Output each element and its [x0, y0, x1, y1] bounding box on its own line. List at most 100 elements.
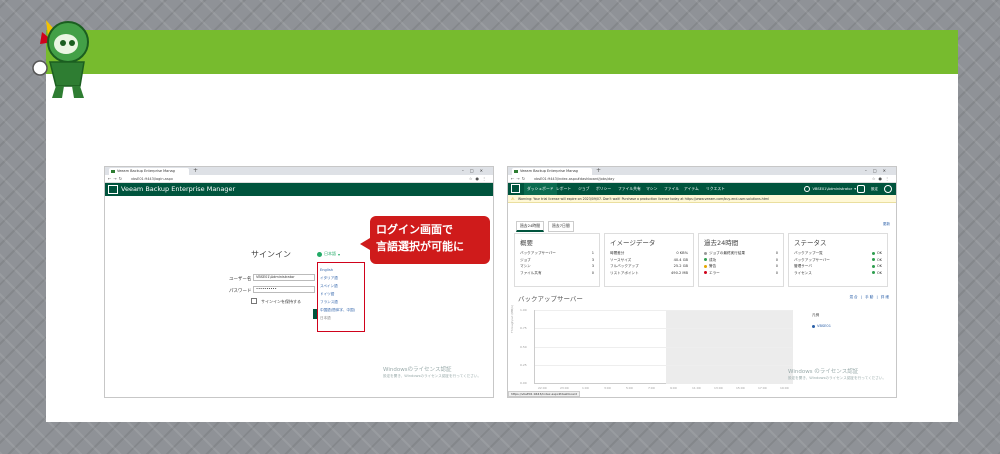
language-current: 日本語 [324, 251, 336, 256]
chart-links[interactable]: 混合 | 手動 | 詳細 [849, 295, 890, 300]
dashboard-screenshot: Veeam Backup Enterprise Manag + –□✕ ←→↻ … [507, 166, 897, 398]
status-url: https://vbsE01:9443/index.aspx#dashboard [508, 391, 580, 397]
browser-tabbar: Veeam Backup Enterprise Manag + –□✕ [508, 167, 896, 175]
x-tick: 1:00 [582, 386, 589, 390]
chart-title: バックアップサーバー [518, 295, 583, 303]
x-tick: 5:00 [626, 386, 633, 390]
language-option[interactable]: English [320, 266, 362, 274]
user-name: VBSE01\Administrator [812, 187, 853, 191]
panel-title: 過去24時間 [704, 239, 739, 247]
help-icon[interactable] [884, 185, 892, 193]
browser-menu-icon[interactable]: ☆●⋮ [872, 175, 892, 183]
grid-line [535, 347, 792, 348]
address-bar: ←→↻ vbsE01:9443/login.aspx ☆●⋮ [105, 175, 493, 183]
panel-title: 概要 [520, 239, 533, 247]
ok-dot-icon [871, 264, 875, 268]
password-label: パスワード [229, 289, 252, 294]
login-screenshot: Veeam Backup Enterprise Manag + –□✕ ←→↻ … [104, 166, 494, 398]
callout-line-2: 言語選択が可能に [376, 240, 464, 253]
menu-jobs[interactable]: ジョブ [578, 183, 589, 195]
warning-dot-icon [704, 264, 707, 268]
x-tick: 15:00 [736, 386, 745, 390]
x-tick: 19:00 [780, 386, 789, 390]
language-option[interactable]: 中国語(簡体字、中国) [320, 306, 362, 314]
y-tick: 1.00 [520, 308, 527, 312]
watermark-title: Windowsのライセンス認証 [383, 367, 452, 373]
success-dot-icon [704, 258, 707, 261]
legend-title: 凡例 [812, 313, 820, 317]
x-tick: 17:00 [758, 386, 767, 390]
panel-row: エラー 0 [704, 270, 778, 277]
new-tab-icon[interactable]: + [596, 167, 601, 175]
page: Veeam Backup Enterprise Manag + –□✕ ←→↻ … [0, 0, 1000, 454]
status-dot-icon [704, 251, 707, 255]
x-tick: 23:00 [560, 386, 569, 390]
language-dropdown[interactable]: 日本語 ▾ [317, 251, 340, 257]
menu-policies[interactable]: ポリシー [596, 183, 611, 195]
url-field[interactable]: vbsE01:9443/login.aspx [131, 176, 201, 182]
menu-dashboard[interactable]: ダッシュボード [524, 183, 557, 195]
watermark-text: 設定を開き、Windowsのライセンス認証を行ってください。 [788, 376, 887, 380]
panel-title: ステータス [794, 239, 827, 247]
language-option[interactable]: フランス語 [320, 298, 362, 306]
gear-icon[interactable] [857, 185, 865, 193]
menu-machines[interactable]: マシン [646, 183, 657, 195]
menu-requests[interactable]: リクエスト [706, 183, 725, 195]
menu-reports[interactable]: レポート [556, 183, 571, 195]
x-tick: 7:00 [648, 386, 655, 390]
refresh-link[interactable]: 更新 [883, 222, 890, 227]
remember-checkbox[interactable] [251, 298, 257, 304]
signin-heading: サインイン [251, 250, 291, 259]
username-input[interactable]: VBSE01\Administrator [253, 274, 315, 281]
browser-tab[interactable]: Veeam Backup Enterprise Manag [109, 168, 189, 175]
browser-menu-icon[interactable]: ☆●⋮ [469, 175, 489, 183]
language-option-current[interactable]: 日本語 [320, 314, 362, 322]
tab-last-24h[interactable]: 過去24時間 [516, 221, 545, 232]
veeam-logo-icon [511, 184, 520, 193]
language-option[interactable]: イタリア語 [320, 274, 362, 282]
y-tick: 0.75 [520, 326, 527, 330]
x-tick: 3:00 [604, 386, 611, 390]
x-tick: 13:00 [714, 386, 723, 390]
y-tick: 0.25 [520, 363, 527, 367]
legend-item[interactable]: VBSE01 [817, 324, 831, 328]
url-field[interactable]: vbsE01:9443/index.aspx#dashboard/jobs/da… [534, 176, 654, 182]
user-avatar-icon [804, 186, 811, 192]
user-menu[interactable]: VBSE01\Administrator ▾ [804, 185, 856, 193]
tab-last-7d[interactable]: 過去7日間 [548, 221, 574, 232]
app-title: Veeam Backup Enterprise Manager [121, 185, 236, 193]
x-tick: 22:00 [538, 386, 547, 390]
password-input[interactable]: •••••••••• [253, 286, 315, 293]
panel-row: ファイル共有 0 [520, 270, 594, 275]
settings-label[interactable]: 設定 [871, 185, 878, 193]
grid-line [535, 310, 792, 311]
window-controls[interactable]: –□✕ [462, 167, 489, 175]
y-tick: 0.00 [520, 381, 527, 385]
image-data-panel: イメージデータ 時間差分 0 KB% ソースサイズ 40.4 GB フルバックアップ… [604, 233, 694, 287]
menu-items[interactable]: アイテム [684, 183, 699, 195]
browser-tab[interactable]: Veeam Backup Enterprise Manag [512, 168, 592, 175]
watermark-title: Windows のライセンス認証 [788, 369, 859, 375]
menu-files[interactable]: ファイル [664, 183, 679, 195]
mascot-illustration [32, 20, 89, 98]
nav-buttons-icon[interactable]: ←→↻ [511, 175, 527, 183]
ok-dot-icon [871, 251, 875, 255]
callout-line-1: ログイン画面で [376, 223, 453, 236]
grid-line [535, 328, 792, 329]
window-controls[interactable]: –□✕ [865, 167, 892, 175]
new-tab-icon[interactable]: + [193, 167, 198, 175]
remember-label: サインインを保持する [261, 299, 301, 304]
menu-file-shares[interactable]: ファイル共有 [618, 183, 641, 195]
legend-dot-icon [812, 324, 815, 328]
error-dot-icon [704, 271, 707, 274]
y-tick: 0.50 [520, 345, 527, 349]
ok-dot-icon [871, 271, 875, 274]
app-menubar: ダッシュボード レポート ジョブ ポリシー ファイル共有 マシン ファイル アイ… [508, 183, 896, 195]
language-option[interactable]: スペイン語 [320, 282, 362, 290]
nav-buttons-icon[interactable]: ←→↻ [108, 175, 124, 183]
watermark-text: 設定を開き、Windowsのライセンス認証を行ってください。 [383, 374, 482, 378]
callout-bubble: ログイン画面で 言語選択が可能に [360, 216, 490, 264]
language-option[interactable]: ドイツ語 [320, 290, 362, 298]
last-24h-panel: 過去24時間 ジョブの最終実行結果 0 成功 0 警告 0 エラー 0 [698, 233, 784, 287]
browser-tabbar: Veeam Backup Enterprise Manag + –□✕ [105, 167, 493, 175]
